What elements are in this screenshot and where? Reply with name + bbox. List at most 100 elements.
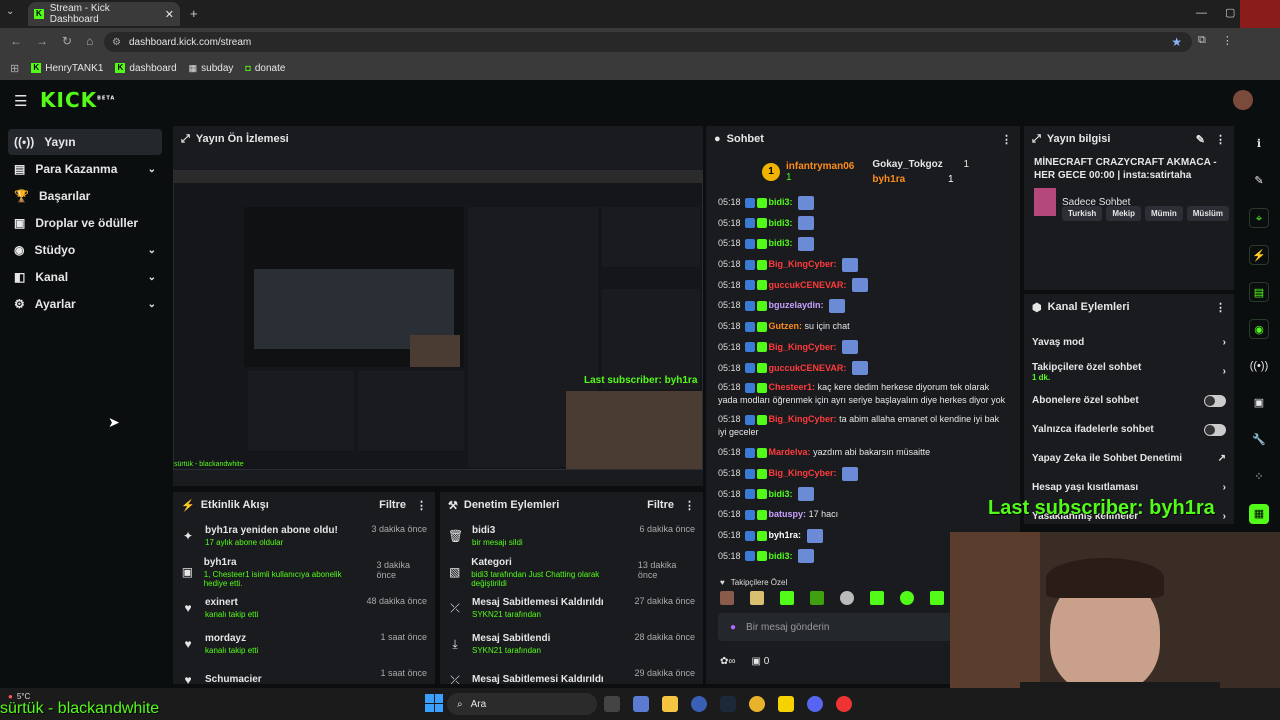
bookmark-subday[interactable]: ▦ subday bbox=[189, 63, 234, 74]
chat-username[interactable]: Chesteer1: bbox=[769, 382, 816, 392]
chat-message[interactable]: 05:18 bidi3: bbox=[706, 192, 1020, 213]
chevron-right-icon[interactable]: › bbox=[1223, 337, 1226, 348]
bookmark-star-icon[interactable]: ★ bbox=[1171, 35, 1182, 49]
category-thumbnail[interactable] bbox=[1034, 188, 1056, 216]
sidebar-item-basarilar[interactable]: 🏆 Başarılar bbox=[8, 183, 162, 209]
chat-message[interactable]: 05:18 bguzelaydin: bbox=[706, 295, 1020, 316]
chat-username[interactable]: Big_KingCyber: bbox=[769, 259, 837, 269]
chat-message[interactable]: 05:18 Big_KingCyber: bbox=[706, 463, 1020, 484]
emote-icon[interactable] bbox=[780, 591, 794, 605]
chat-username[interactable]: Big_KingCyber: bbox=[769, 414, 837, 424]
emote-icon[interactable] bbox=[810, 591, 824, 605]
toggle-switch[interactable] bbox=[1204, 394, 1226, 407]
calculator-icon[interactable] bbox=[633, 696, 649, 712]
steam-icon[interactable] bbox=[720, 696, 736, 712]
bookmark-henrytank1[interactable]: K HenryTANK1 bbox=[31, 63, 103, 74]
chat-username[interactable]: guccukCENEVAR: bbox=[769, 363, 847, 373]
windows-start-icon[interactable] bbox=[425, 694, 443, 712]
chat-message[interactable]: 05:18 Big_KingCyber: ta abim allaha emane… bbox=[706, 410, 1020, 442]
file-explorer-icon[interactable] bbox=[662, 696, 678, 712]
chat-username[interactable]: bidi3: bbox=[769, 218, 793, 228]
emote-icon[interactable] bbox=[750, 591, 764, 605]
site-info-icon[interactable]: ⚙ bbox=[112, 37, 121, 48]
chat-message[interactable]: 05:18 guccukCENEVAR: bbox=[706, 275, 1020, 296]
document-icon[interactable]: ▤ bbox=[1249, 282, 1269, 302]
tag-chip[interactable]: Müslüm bbox=[1186, 206, 1229, 221]
chat-message[interactable]: 05:18 Gutzen: su için chat bbox=[706, 316, 1020, 337]
pencil-icon[interactable]: ✎ bbox=[1249, 171, 1269, 191]
app-icon[interactable] bbox=[836, 696, 852, 712]
emote-icon[interactable] bbox=[900, 591, 914, 605]
moderation-filter-button[interactable]: Filtre bbox=[647, 499, 674, 511]
infinity-icon[interactable]: ✿∞ bbox=[720, 656, 736, 667]
more-icon[interactable]: ⋮ bbox=[1215, 133, 1226, 146]
emote-icon[interactable] bbox=[840, 591, 854, 605]
channel-action-item[interactable]: Yapay Zeka ile Sohbet Denetimi ↗ bbox=[1024, 444, 1234, 473]
menu-dots-icon[interactable]: ⋮ bbox=[1222, 34, 1233, 47]
moderation-item[interactable]: ⤫ Mesaj Sabitlemesi Kaldırıldı SYKN21 tara… bbox=[440, 590, 703, 626]
tv-icon[interactable]: ▣ bbox=[1249, 393, 1269, 413]
stream-preview-video[interactable]: Last subscriber: byh1ra sürtük - blackan… bbox=[173, 170, 703, 470]
chat-username[interactable]: Mardelva: bbox=[769, 447, 811, 457]
info-circle-icon[interactable]: ℹ bbox=[1249, 134, 1269, 154]
chat-message[interactable]: 05:18 batuspy: 17 hacı bbox=[706, 504, 1020, 525]
hamburger-menu-icon[interactable]: ☰ bbox=[14, 92, 27, 110]
top-user-name[interactable]: byh1ra bbox=[872, 174, 905, 185]
gift-icon[interactable]: ▣ 0 bbox=[752, 656, 770, 667]
broadcast-icon[interactable]: ((•)) bbox=[1249, 356, 1269, 376]
lightning-icon[interactable]: ⚡ bbox=[1249, 245, 1269, 265]
chat-username[interactable]: bguzelaydin: bbox=[769, 300, 824, 310]
apps-icon[interactable]: ▦ bbox=[1249, 504, 1269, 524]
mic-icon[interactable]: ● bbox=[730, 622, 736, 633]
apps-grid-icon[interactable]: ⊞ bbox=[10, 62, 19, 75]
chat-username[interactable]: bidi3: bbox=[769, 551, 793, 561]
top-user-name[interactable]: Gokay_Tokgoz bbox=[872, 159, 942, 170]
minimize-icon[interactable]: — bbox=[1196, 7, 1207, 19]
activity-filter-button[interactable]: Filtre bbox=[379, 499, 406, 511]
sidebar-item-droplar[interactable]: ▣ Droplar ve ödüller bbox=[8, 210, 162, 236]
extensions-icon[interactable]: ⧉ bbox=[1198, 34, 1206, 47]
sidebar-item-para-kazanma[interactable]: ▤ Para Kazanma ⌄ bbox=[8, 156, 162, 182]
home-icon[interactable]: ⌂ bbox=[86, 34, 93, 48]
chat-message[interactable]: 05:18 Big_KingCyber: bbox=[706, 337, 1020, 358]
user-avatar[interactable] bbox=[1233, 90, 1253, 110]
chat-username[interactable]: bidi3: bbox=[769, 489, 793, 499]
emote-icon[interactable] bbox=[930, 591, 944, 605]
maximize-icon[interactable]: ▢ bbox=[1225, 6, 1235, 19]
chat-message[interactable]: 05:18 bidi3: bbox=[706, 213, 1020, 234]
channel-action-item[interactable]: Takipçilere özel sohbet 1 dk. › bbox=[1024, 357, 1234, 386]
sidebar-item-kanal[interactable]: ◧ Kanal ⌄ bbox=[8, 264, 162, 290]
chat-username[interactable]: Gutzen: bbox=[769, 321, 803, 331]
target-icon[interactable]: ⌖ bbox=[1249, 208, 1269, 228]
edit-icon[interactable]: ✎ bbox=[1196, 133, 1205, 146]
chat-message[interactable]: 05:18 bidi3: bbox=[706, 233, 1020, 254]
chat-username[interactable]: bidi3: bbox=[769, 238, 793, 248]
top-user-name[interactable]: infantryman06 bbox=[786, 161, 854, 172]
moderation-item[interactable]: 🗑 bidi3 bir mesajı sildi 6 dakika önce bbox=[440, 518, 703, 554]
chevron-right-icon[interactable]: › bbox=[1223, 511, 1226, 522]
more-icon[interactable]: ⋮ bbox=[1001, 133, 1012, 146]
chat-icon[interactable]: ◉ bbox=[1249, 319, 1269, 339]
toggle-switch[interactable] bbox=[1204, 423, 1226, 436]
forward-icon[interactable]: → bbox=[36, 34, 48, 48]
sidebar-item-ayarlar[interactable]: ⚙ Ayarlar ⌄ bbox=[8, 291, 162, 317]
reload-icon[interactable]: ↻ bbox=[62, 34, 72, 48]
moderation-item[interactable]: ⤓ Mesaj Sabitlendi SYKN21 tarafından 28 dak… bbox=[440, 626, 703, 662]
wrench-icon[interactable]: 🔧 bbox=[1249, 430, 1269, 450]
activity-item[interactable]: ♥ mordayz kanalı takip etti 1 saat önce bbox=[173, 626, 435, 662]
share-icon[interactable]: ⁘ bbox=[1249, 467, 1269, 487]
tag-chip[interactable]: Mümin bbox=[1144, 206, 1183, 221]
more-icon[interactable]: ⋮ bbox=[416, 499, 427, 512]
activity-item[interactable]: ♥ Schumacier 1 saat önce bbox=[173, 662, 435, 684]
emote-icon[interactable] bbox=[720, 591, 734, 605]
chat-message[interactable]: 05:18 Mardelva: yazdım abi bakarsın müsai… bbox=[706, 442, 1020, 463]
moderation-item[interactable]: ⤫ Mesaj Sabitlemesi Kaldırıldı 29 dakika ö… bbox=[440, 662, 703, 684]
channel-action-item[interactable]: Yavaş mod › bbox=[1024, 328, 1234, 357]
more-icon[interactable]: ⋮ bbox=[684, 499, 695, 512]
chrome-icon[interactable] bbox=[749, 696, 765, 712]
chat-username[interactable]: guccukCENEVAR: bbox=[769, 280, 847, 290]
new-tab-icon[interactable]: + bbox=[190, 6, 198, 21]
chat-username[interactable]: bidi3: bbox=[769, 197, 793, 207]
chat-message[interactable]: 05:18 guccukCENEVAR: bbox=[706, 358, 1020, 379]
emote-icon[interactable] bbox=[870, 591, 884, 605]
